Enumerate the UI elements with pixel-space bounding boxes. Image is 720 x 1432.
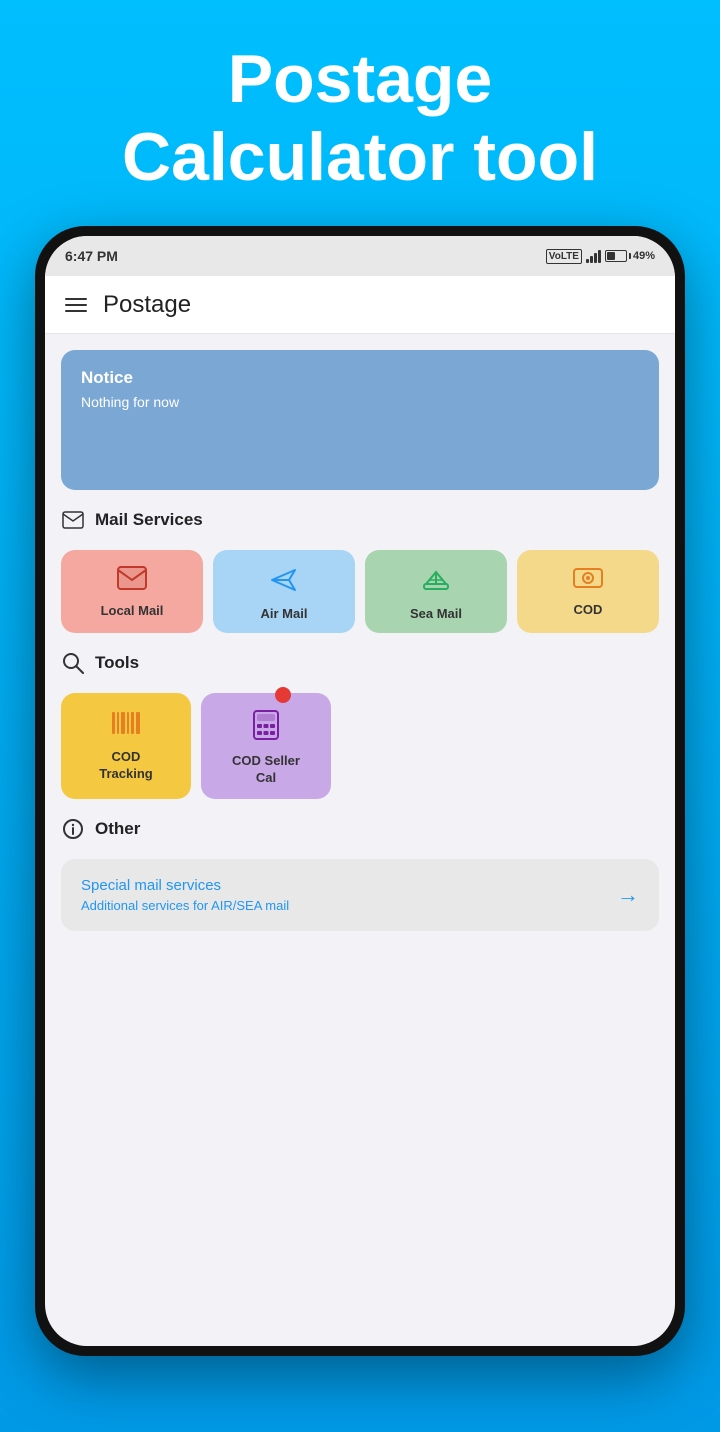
notification-dot [275, 687, 291, 703]
mail-services-grid: Local Mail Air Mail [61, 550, 659, 633]
air-mail-icon [269, 566, 299, 598]
cod-tracking-icon [110, 709, 142, 741]
notice-body: Nothing for now [81, 394, 639, 410]
phone-frame: 6:47 PM VoLTE 49% [35, 226, 685, 1356]
other-title: Other [95, 819, 140, 839]
air-mail-label: Air Mail [261, 606, 308, 621]
cod-seller-card[interactable]: COD SellerCal [201, 693, 331, 799]
status-icons: VoLTE 49% [546, 249, 655, 264]
status-time: 6:47 PM [65, 248, 118, 264]
cod-icon [573, 566, 603, 594]
mail-services-title: Mail Services [95, 510, 203, 530]
sea-mail-label: Sea Mail [410, 606, 462, 621]
tools-section-header: Tools [61, 647, 659, 679]
cod-label: COD [574, 602, 603, 617]
local-mail-card[interactable]: Local Mail [61, 550, 203, 633]
lte-icon: VoLTE [546, 249, 582, 264]
hamburger-menu-button[interactable] [65, 298, 87, 312]
content-area: Notice Nothing for now Mail Services [45, 334, 675, 1346]
air-mail-card[interactable]: Air Mail [213, 550, 355, 633]
tools-search-icon [61, 651, 85, 675]
arrow-right-icon: → [617, 882, 639, 908]
local-mail-icon [117, 566, 147, 595]
info-icon [61, 817, 85, 841]
special-mail-text: Special mail services Additional service… [81, 877, 289, 913]
app-header-title: Postage [103, 291, 191, 319]
cod-tracking-card[interactable]: CODTracking [61, 693, 191, 799]
notice-title: Notice [81, 368, 639, 388]
notice-card: Notice Nothing for now [61, 350, 659, 490]
special-mail-subtitle: Additional services for AIR/SEA mail [81, 898, 289, 913]
phone-screen: 6:47 PM VoLTE 49% [45, 236, 675, 1346]
app-header: Postage [45, 276, 675, 334]
cod-seller-icon [252, 709, 280, 745]
page-title: Postage Calculator tool [60, 40, 660, 196]
hero-area: Postage Calculator tool [0, 0, 720, 216]
special-mail-title: Special mail services [81, 877, 289, 894]
signal-bars-icon [586, 249, 601, 263]
cod-seller-label: COD SellerCal [232, 753, 300, 787]
tools-title: Tools [95, 653, 139, 673]
special-mail-card[interactable]: Special mail services Additional service… [61, 859, 659, 931]
local-mail-label: Local Mail [101, 603, 164, 618]
mail-icon [61, 508, 85, 532]
sea-mail-card[interactable]: Sea Mail [365, 550, 507, 633]
tools-grid: CODTracking [61, 693, 659, 799]
sea-mail-icon [421, 566, 451, 598]
mail-services-section-header: Mail Services [61, 504, 659, 536]
other-section-header: Other [61, 813, 659, 845]
cod-tracking-label: CODTracking [99, 749, 152, 783]
battery-icon: 49% [605, 250, 655, 262]
status-bar: 6:47 PM VoLTE 49% [45, 236, 675, 276]
cod-card[interactable]: COD [517, 550, 659, 633]
